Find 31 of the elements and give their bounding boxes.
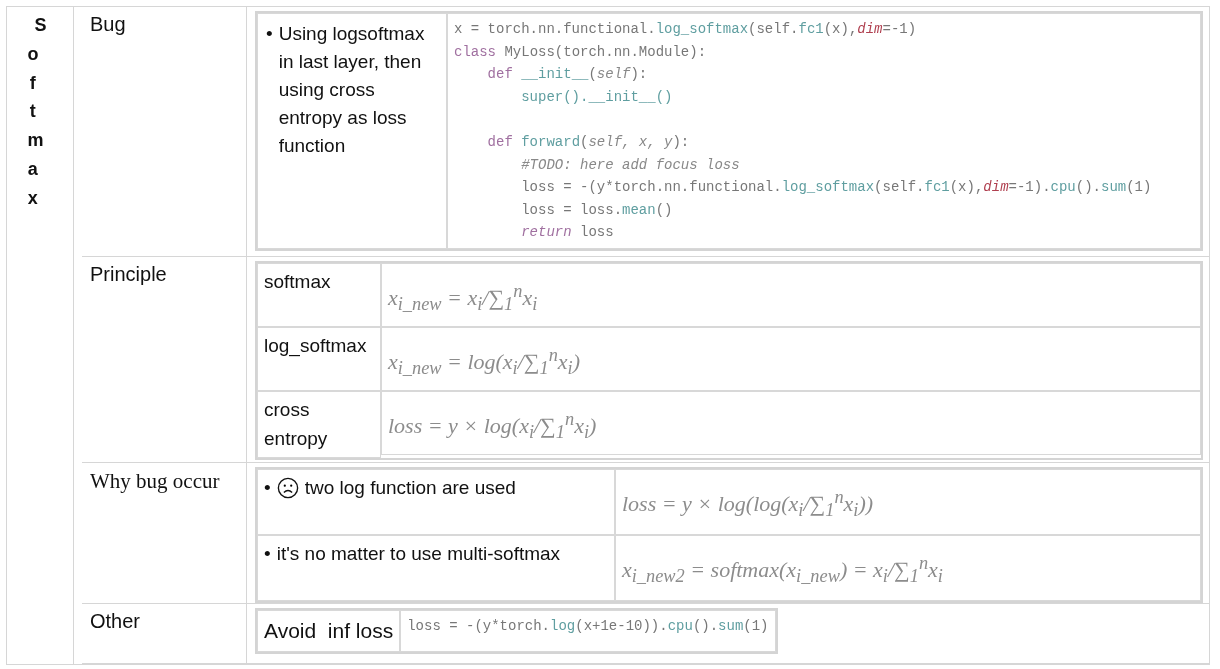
bullet-text: Using logsoftmax in last layer, then using cross entropy as loss function bbox=[278, 22, 426, 158]
section-label: Other bbox=[82, 604, 247, 639]
formula: x$_{i_new}$ = x$_{i}$/∑$_{1}$$^{n}$x$_{i}$ bbox=[388, 280, 539, 317]
code-line: #TODO: here add focus loss bbox=[520, 155, 741, 175]
bullet-dot: • bbox=[264, 542, 271, 566]
section-label: Bug bbox=[82, 7, 247, 42]
code-line: super().__init__() bbox=[520, 87, 674, 107]
formula: loss = y × log(x$_{i}$/∑$_{1}$$^{n}$x$_{i}$) bbox=[388, 408, 598, 445]
row-label: softmax bbox=[264, 271, 331, 292]
code-line: def __init__(self): bbox=[486, 65, 649, 85]
row-label: cross entropy bbox=[264, 399, 328, 449]
section-label: Why bug occur bbox=[82, 463, 247, 500]
section-label: Principle bbox=[82, 257, 247, 292]
side-title: Softmax bbox=[27, 14, 53, 210]
code-line: class MyLoss(torch.nn.Module): bbox=[454, 42, 708, 62]
bullet-text: it's no matter to use multi-softmax bbox=[276, 542, 561, 566]
code-line: loss = loss.mean() bbox=[520, 200, 674, 220]
note-text: Avoid inf loss bbox=[264, 619, 394, 642]
sad-face-icon bbox=[276, 477, 299, 499]
bullet-dot: • bbox=[266, 22, 273, 46]
formula: loss = y × log(log(x$_{i}$/∑$_{1}$$^{n}$x$_{i}$)) bbox=[622, 486, 875, 523]
bullet-dot: • bbox=[264, 476, 271, 500]
code-line: loss = -(y*torch.log(x+1e-10)).cpu().sum(1) bbox=[407, 617, 769, 636]
code-line: return loss bbox=[520, 223, 615, 243]
bullet-text: two log function are used bbox=[304, 476, 516, 500]
formula: x$_{i_new2}$ = softmax(x$_{i_new}$) = x$_{i}$/∑$_{1}$$^{n}$x$_{i}$ bbox=[622, 552, 944, 589]
row-label: log_softmax bbox=[264, 335, 367, 356]
code-line: def forward(self, x, y): bbox=[486, 132, 691, 152]
formula: x$_{i_new}$ = log(x$_{i}$/∑$_{1}$$^{n}$x$_{i}$) bbox=[388, 344, 582, 381]
code-line: x = torch.nn.functional.log_softmax(self.fc1(x),dim=-1) bbox=[454, 20, 918, 39]
code-line: loss = -(y*torch.nn.functional.log_softmax(self.fc1(x),dim=-1).cpu().sum(1) bbox=[520, 178, 1153, 198]
